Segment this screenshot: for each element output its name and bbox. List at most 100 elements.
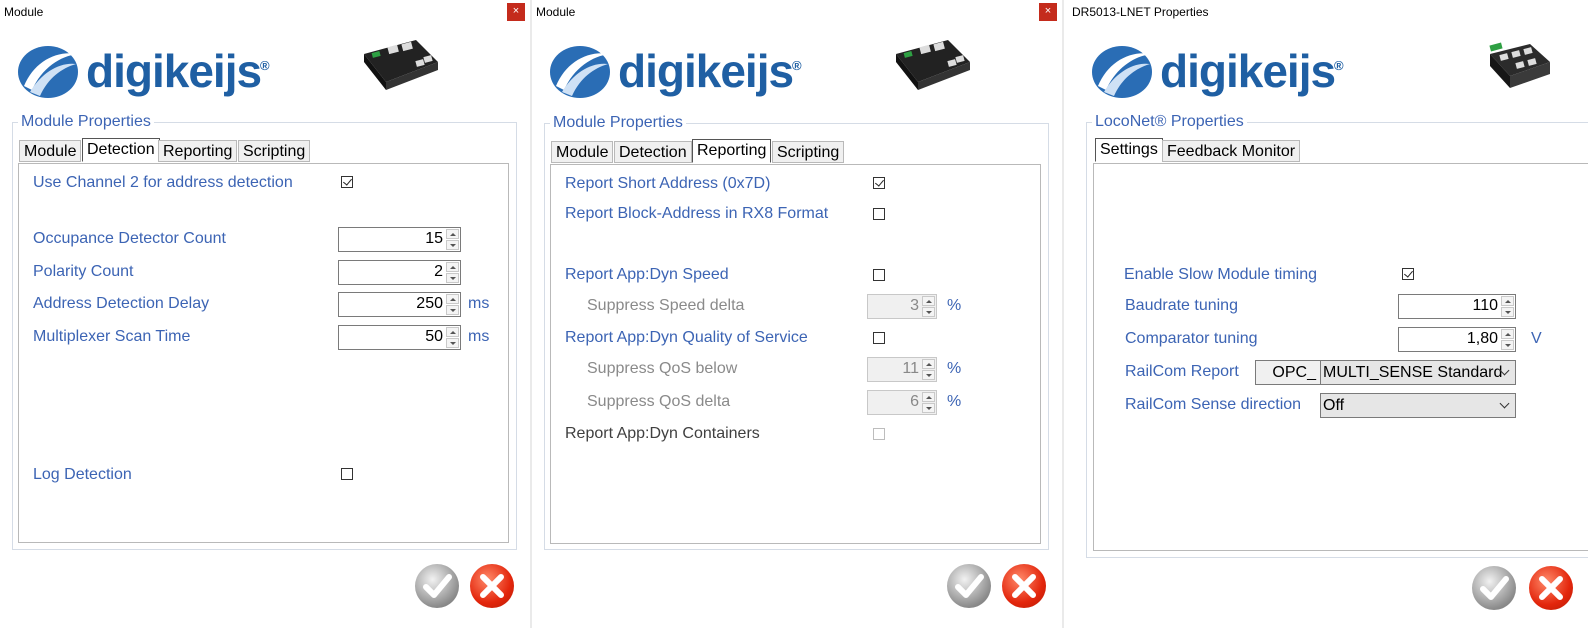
polarity-count-stepper[interactable]: 2 bbox=[338, 260, 461, 285]
tab-strip: Module Detection Reporting Scripting bbox=[551, 139, 851, 165]
tab-detection[interactable]: Detection bbox=[614, 141, 692, 163]
cross-icon bbox=[480, 574, 504, 598]
baudrate-stepper[interactable]: 110 bbox=[1398, 294, 1516, 319]
railcom-report-selected: MULTI_SENSE Standard bbox=[1323, 364, 1503, 381]
increment-icon[interactable] bbox=[446, 294, 459, 304]
decrement-icon[interactable] bbox=[446, 305, 459, 315]
increment-icon[interactable] bbox=[1501, 329, 1514, 339]
decrement-icon[interactable] bbox=[446, 338, 459, 348]
qos-below-unit: % bbox=[947, 360, 962, 377]
decrement-icon[interactable] bbox=[922, 403, 935, 413]
increment-icon[interactable] bbox=[1501, 296, 1514, 306]
tab-detection[interactable]: Detection bbox=[82, 138, 160, 162]
address-delay-stepper[interactable]: 250 bbox=[338, 292, 461, 317]
mux-scan-unit: ms bbox=[468, 328, 490, 345]
use-channel2-checkbox[interactable] bbox=[341, 176, 353, 188]
increment-icon[interactable] bbox=[446, 262, 459, 272]
increment-icon[interactable] bbox=[446, 327, 459, 337]
logo-registered-mark: ® bbox=[260, 58, 270, 73]
slow-timing-label: Enable Slow Module timing bbox=[1124, 266, 1317, 283]
cross-icon bbox=[1012, 574, 1036, 598]
stepper-buttons bbox=[922, 392, 935, 413]
railcom-report-label: RailCom Report bbox=[1125, 363, 1239, 380]
railcom-sense-dropdown[interactable]: Off bbox=[1320, 393, 1516, 418]
decrement-icon[interactable] bbox=[1501, 340, 1514, 350]
group-title: Module Properties bbox=[18, 113, 154, 131]
decrement-icon[interactable] bbox=[1501, 307, 1514, 317]
dialog-dr5013-lnet-properties: DR5013-LNET Properties digikeijs ® LocoN… bbox=[1064, 0, 1588, 628]
tab-scripting[interactable]: Scripting bbox=[238, 140, 311, 162]
increment-icon[interactable] bbox=[922, 296, 935, 306]
qos-below-stepper[interactable]: 11 bbox=[867, 357, 937, 382]
tab-reporting[interactable]: Reporting bbox=[158, 140, 238, 162]
ok-button[interactable] bbox=[947, 564, 991, 608]
digikeijs-logo: digikeijs ® bbox=[16, 42, 286, 102]
cancel-button[interactable] bbox=[1529, 566, 1573, 610]
title-bar[interactable]: Module × bbox=[532, 0, 1062, 24]
close-button[interactable]: × bbox=[507, 3, 525, 21]
ok-button[interactable] bbox=[1472, 566, 1516, 610]
qos-delta-stepper[interactable]: 6 bbox=[867, 390, 937, 415]
dyn-qos-checkbox[interactable] bbox=[873, 332, 885, 344]
cancel-button[interactable] bbox=[470, 564, 514, 608]
digikeijs-logo: digikeijs ® bbox=[548, 42, 818, 102]
baudrate-value: 110 bbox=[1472, 297, 1498, 314]
decrement-icon[interactable] bbox=[922, 370, 935, 380]
block-address-checkbox[interactable] bbox=[873, 208, 885, 220]
comparator-stepper[interactable]: 1,80 bbox=[1398, 327, 1516, 352]
dyn-speed-label: Report App:Dyn Speed bbox=[565, 266, 729, 283]
short-address-checkbox[interactable] bbox=[873, 177, 885, 189]
title-bar[interactable]: Module × bbox=[0, 0, 530, 24]
title-bar[interactable]: DR5013-LNET Properties bbox=[1064, 0, 1588, 24]
tab-settings[interactable]: Settings bbox=[1095, 138, 1163, 162]
slow-timing-checkbox[interactable] bbox=[1402, 268, 1414, 280]
checkmark-icon bbox=[955, 574, 984, 598]
qos-delta-unit: % bbox=[947, 393, 962, 410]
railcom-report-prefix: OPC_ bbox=[1255, 360, 1321, 385]
railcom-sense-selected: Off bbox=[1323, 397, 1345, 414]
detection-tab-page bbox=[18, 163, 509, 543]
gr5050-device-image bbox=[896, 40, 970, 90]
mux-scan-label: Multiplexer Scan Time bbox=[33, 328, 191, 345]
tab-module[interactable]: Module bbox=[551, 141, 614, 163]
increment-icon[interactable] bbox=[922, 392, 935, 402]
decrement-icon[interactable] bbox=[446, 273, 459, 283]
occupance-count-label: Occupance Detector Count bbox=[33, 230, 226, 247]
qos-delta-value: 6 bbox=[910, 393, 919, 410]
logo-swoosh-icon bbox=[1092, 46, 1152, 98]
log-detection-checkbox[interactable] bbox=[341, 468, 353, 480]
chevron-down-icon bbox=[1499, 398, 1510, 409]
mux-scan-value: 50 bbox=[425, 328, 443, 345]
railcom-sense-label: RailCom Sense direction bbox=[1125, 396, 1302, 413]
comparator-value: 1,80 bbox=[1466, 330, 1498, 347]
tab-scripting[interactable]: Scripting bbox=[772, 141, 845, 163]
logo-text: digikeijs bbox=[618, 45, 794, 97]
logo-swoosh-icon bbox=[18, 46, 78, 98]
tab-reporting[interactable]: Reporting bbox=[692, 139, 772, 163]
occupance-count-stepper[interactable]: 15 bbox=[338, 227, 461, 252]
stepper-buttons bbox=[1501, 296, 1514, 317]
address-delay-value: 250 bbox=[416, 295, 443, 312]
increment-icon[interactable] bbox=[922, 359, 935, 369]
tab-feedback-monitor[interactable]: Feedback Monitor bbox=[1162, 140, 1301, 162]
dyn-containers-checkbox[interactable] bbox=[873, 428, 885, 440]
tab-strip: Settings Feedback Monitor bbox=[1095, 138, 1395, 164]
window-title: Module bbox=[4, 5, 44, 19]
speed-delta-label: Suppress Speed delta bbox=[587, 297, 745, 314]
gr5050-device-image bbox=[364, 40, 438, 90]
tab-strip: Module Detection Reporting Scripting bbox=[19, 138, 319, 164]
decrement-icon[interactable] bbox=[922, 307, 935, 317]
qos-below-label: Suppress QoS below bbox=[587, 360, 738, 377]
tab-module[interactable]: Module bbox=[19, 140, 82, 162]
cancel-button[interactable] bbox=[1002, 564, 1046, 608]
mux-scan-stepper[interactable]: 50 bbox=[338, 325, 461, 350]
close-button[interactable]: × bbox=[1039, 3, 1057, 21]
dyn-speed-checkbox[interactable] bbox=[873, 269, 885, 281]
railcom-report-dropdown[interactable]: MULTI_SENSE Standard bbox=[1320, 360, 1516, 385]
logo-swoosh-icon bbox=[550, 46, 610, 98]
speed-delta-stepper[interactable]: 3 bbox=[867, 294, 937, 319]
ok-button[interactable] bbox=[415, 564, 459, 608]
speed-delta-unit: % bbox=[947, 297, 962, 314]
increment-icon[interactable] bbox=[446, 229, 459, 239]
decrement-icon[interactable] bbox=[446, 240, 459, 250]
